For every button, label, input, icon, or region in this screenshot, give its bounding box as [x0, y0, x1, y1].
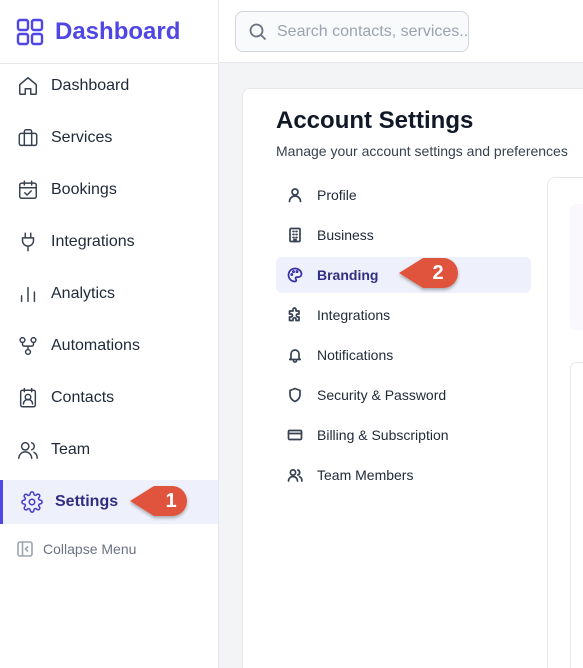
shield-icon [287, 387, 303, 403]
settings-menu-label: Billing & Subscription [317, 427, 449, 443]
sidebar-item-label: Integrations [51, 233, 135, 250]
settings-menu-business[interactable]: Business [276, 217, 531, 253]
workflow-icon [16, 334, 40, 358]
settings-menu-label: Business [317, 227, 374, 243]
step-callout-1: 1 [128, 481, 192, 521]
step-callout-2: 2 [397, 253, 463, 293]
sidebar: Dashboard Dashboard Services Bookings In… [0, 0, 219, 668]
sidebar-item-integrations[interactable]: Integrations [0, 220, 218, 264]
contact-book-icon [16, 386, 40, 410]
settings-menu-billing[interactable]: Billing & Subscription [276, 417, 531, 453]
sidebar-item-analytics[interactable]: Analytics [0, 272, 218, 316]
settings-menu-label: Branding [317, 267, 379, 283]
bell-icon [287, 347, 303, 363]
app-title: Dashboard [55, 18, 181, 45]
settings-menu-label: Security & Password [317, 387, 447, 403]
sidebar-item-label: Dashboard [51, 77, 130, 94]
collapse-icon [17, 541, 33, 557]
home-icon [16, 74, 40, 98]
search-input[interactable] [277, 22, 467, 41]
user-icon [287, 187, 303, 203]
building-icon [287, 227, 303, 243]
logo[interactable]: Dashboard [16, 16, 180, 48]
sidebar-item-label: Automations [51, 337, 140, 354]
settings-content-card [547, 177, 583, 668]
sidebar-item-label: Team [51, 441, 91, 458]
puzzle-icon [287, 307, 303, 323]
users-icon [287, 467, 303, 483]
step-number: 2 [432, 262, 444, 284]
sidebar-item-dashboard[interactable]: Dashboard [0, 64, 218, 108]
palette-icon [287, 267, 303, 283]
page-subtitle: Manage your account settings and prefere… [276, 143, 568, 159]
collapse-menu-label: Collapse Menu [43, 541, 137, 557]
sidebar-item-label: Services [51, 129, 113, 146]
sidebar-item-bookings[interactable]: Bookings [0, 168, 218, 212]
settings-menu-label: Notifications [317, 347, 394, 363]
topbar [219, 0, 583, 63]
sidebar-item-automations[interactable]: Automations [0, 324, 218, 368]
sidebar-item-label: Settings [55, 493, 119, 510]
sidebar-item-label: Bookings [51, 181, 117, 198]
search-box[interactable] [235, 11, 469, 52]
content-section [570, 362, 583, 668]
account-settings-panel: Account Settings Manage your account set… [242, 88, 583, 668]
settings-menu-notifications[interactable]: Notifications [276, 337, 531, 373]
grid-logo-icon [16, 18, 44, 46]
credit-card-icon [287, 427, 303, 443]
sidebar-item-contacts[interactable]: Contacts [0, 376, 218, 420]
page-title: Account Settings [276, 107, 474, 134]
search-icon [249, 23, 267, 40]
sidebar-item-services[interactable]: Services [0, 116, 218, 160]
sidebar-item-label: Contacts [51, 389, 115, 406]
settings-menu-label: Integrations [317, 307, 391, 323]
settings-menu-label: Profile [317, 187, 357, 203]
settings-menu-integrations[interactable]: Integrations [276, 297, 531, 333]
settings-menu-security[interactable]: Security & Password [276, 377, 531, 413]
step-number: 1 [165, 490, 177, 512]
collapse-menu-button[interactable]: Collapse Menu [16, 540, 136, 558]
settings-menu-label: Team Members [317, 467, 414, 483]
settings-menu-profile[interactable]: Profile [276, 177, 531, 213]
briefcase-icon [16, 126, 40, 150]
plug-icon [16, 230, 40, 254]
sidebar-item-label: Analytics [51, 285, 116, 302]
content-section [570, 204, 583, 330]
bar-chart-icon [16, 282, 40, 306]
settings-menu-team-members[interactable]: Team Members [276, 457, 531, 493]
gear-icon [20, 490, 44, 514]
users-icon [16, 438, 40, 462]
calendar-check-icon [16, 178, 40, 202]
sidebar-item-team[interactable]: Team [0, 428, 218, 472]
